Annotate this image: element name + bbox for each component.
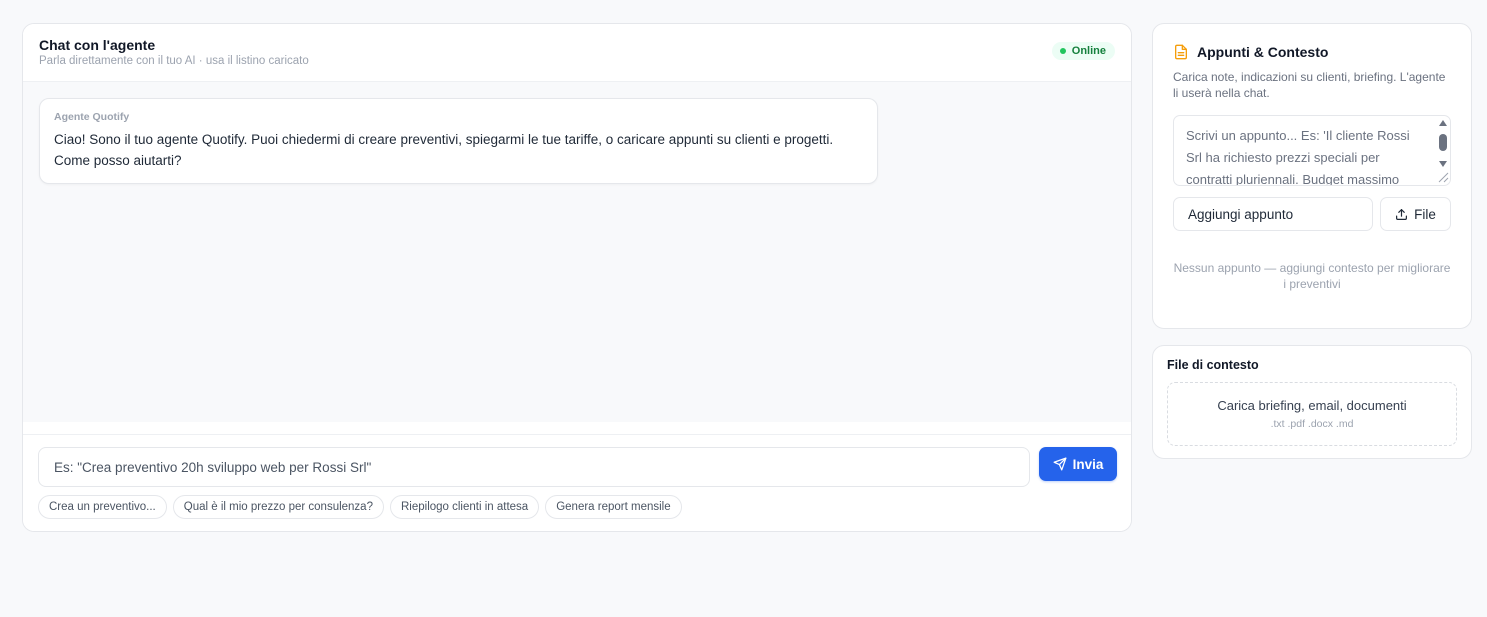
resize-handle-icon[interactable] (1436, 170, 1450, 184)
send-label: Invia (1072, 456, 1104, 472)
send-button[interactable]: Invia (1039, 447, 1117, 481)
notes-description: Carica note, indicazioni su clienti, bri… (1173, 70, 1446, 100)
chat-input[interactable] (38, 447, 1030, 487)
agent-message: Agente Quotify Ciao! Sono il tuo agente … (39, 98, 878, 184)
scroll-down-icon[interactable] (1439, 161, 1447, 167)
document-icon (1175, 44, 1187, 60)
suggestion-chip[interactable]: Qual è il mio prezzo per consulenza? (172, 495, 384, 519)
status-badge: Online (1051, 42, 1115, 60)
status-dot-icon (1059, 48, 1066, 54)
chat-composer: Invia Crea un preventivo... Qual è il mi… (23, 434, 1131, 531)
scroll-up-icon[interactable] (1439, 120, 1447, 126)
chat-subtitle: Parla direttamente con il tuo AI · usa i… (39, 55, 309, 67)
chat-panel: Chat con l'agente Parla direttamente con… (22, 23, 1132, 532)
suggestion-chip[interactable]: Genera report mensile (545, 495, 682, 519)
chat-header: Chat con l'agente Parla direttamente con… (23, 24, 1131, 82)
notes-header: Appunti & Contesto (1173, 44, 1451, 60)
dropzone-title: Carica briefing, email, documenti (1217, 398, 1407, 413)
scroll-thumb[interactable] (1439, 134, 1447, 151)
send-icon (1053, 457, 1067, 471)
context-files-panel: File di contesto Carica briefing, email,… (1152, 345, 1472, 459)
context-files-title: File di contesto (1167, 358, 1259, 372)
upload-file-button[interactable]: File (1380, 197, 1451, 231)
notes-title: Appunti & Contesto (1197, 44, 1329, 60)
add-note-button[interactable]: Aggiungi appunto (1173, 197, 1373, 231)
chat-messages: Agente Quotify Ciao! Sono il tuo agente … (23, 82, 1131, 422)
upload-icon (1396, 208, 1408, 220)
notes-panel: Appunti & Contesto Carica note, indicazi… (1152, 23, 1472, 329)
chat-title: Chat con l'agente (39, 37, 156, 53)
dropzone-formats: .txt .pdf .docx .md (1270, 418, 1354, 430)
suggestion-chips: Crea un preventivo... Qual è il mio prez… (38, 495, 682, 519)
suggestion-chip[interactable]: Crea un preventivo... (38, 495, 167, 519)
message-text: Ciao! Sono il tuo agente Quotify. Puoi c… (54, 132, 834, 168)
notes-empty-state: Nessun appunto — aggiungi contesto per m… (1173, 261, 1451, 291)
file-dropzone[interactable]: Carica briefing, email, documenti .txt .… (1167, 382, 1457, 446)
status-label: Online (1071, 45, 1106, 57)
suggestion-chip[interactable]: Riepilogo clienti in attesa (389, 495, 540, 519)
message-author: Agente Quotify (54, 111, 130, 123)
note-textarea[interactable] (1173, 115, 1451, 186)
file-button-label: File (1414, 206, 1436, 222)
